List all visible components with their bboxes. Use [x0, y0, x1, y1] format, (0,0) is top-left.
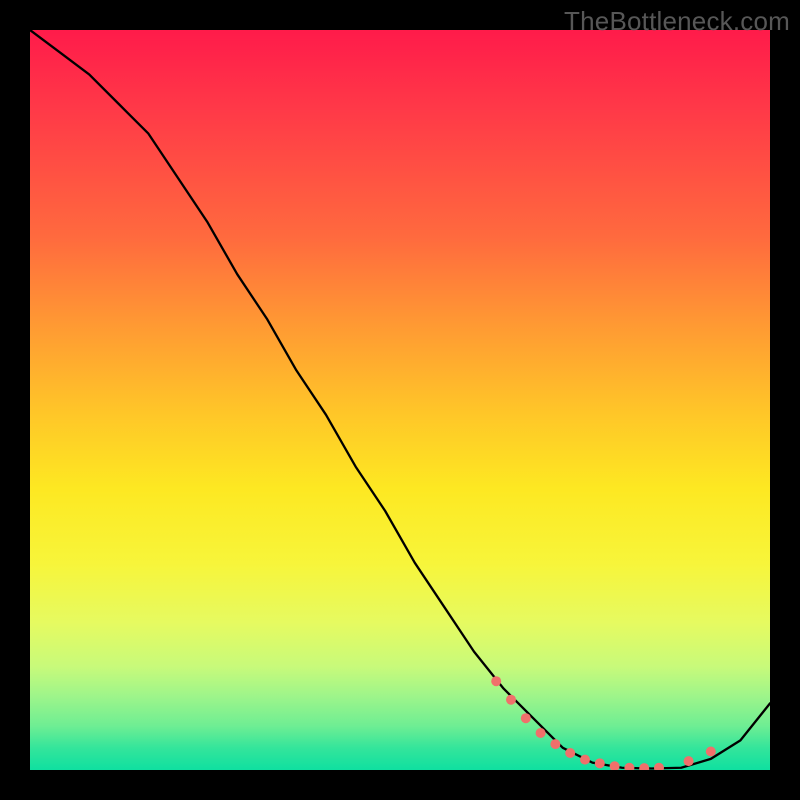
chart-overlay — [30, 30, 770, 770]
marker-point — [610, 761, 620, 770]
marker-point — [565, 748, 575, 758]
marker-point — [654, 763, 664, 770]
highlight-markers — [491, 676, 716, 770]
curve-line — [30, 30, 770, 769]
marker-point — [491, 676, 501, 686]
marker-point — [684, 756, 694, 766]
marker-point — [536, 728, 546, 738]
marker-point — [550, 739, 560, 749]
marker-point — [595, 758, 605, 768]
marker-point — [506, 695, 516, 705]
marker-point — [580, 755, 590, 765]
marker-point — [706, 747, 716, 757]
marker-point — [624, 763, 634, 770]
chart-frame: TheBottleneck.com — [0, 0, 800, 800]
watermark-text: TheBottleneck.com — [564, 6, 790, 37]
marker-point — [639, 763, 649, 770]
marker-point — [521, 713, 531, 723]
